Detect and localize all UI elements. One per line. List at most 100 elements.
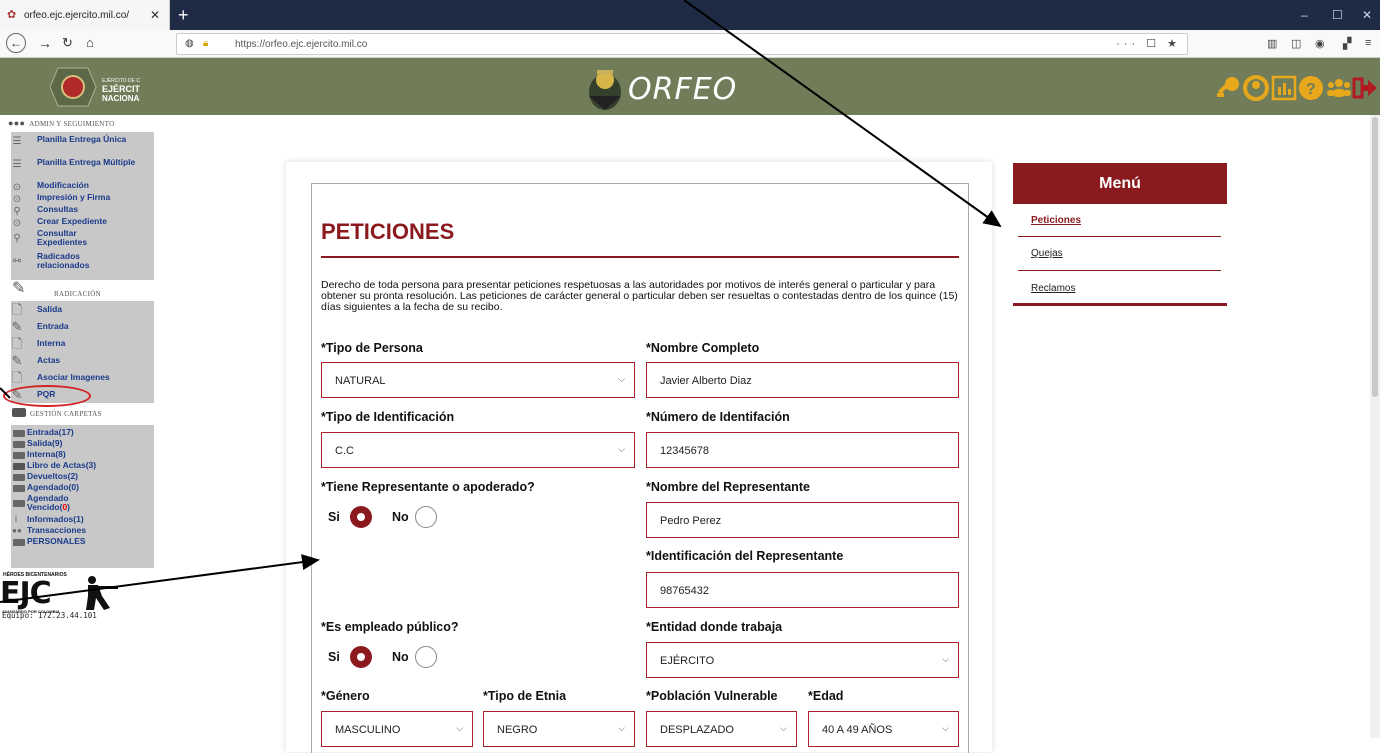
- sidebar-icon[interactable]: ◫: [1291, 37, 1301, 50]
- genero-select[interactable]: MASCULINO ⌵: [321, 711, 473, 747]
- target-icon: ⊙: [12, 218, 22, 229]
- label-tipo-persona: *Tipo de Persona: [321, 341, 423, 355]
- sidebar-section-radicacion: ✎ RADICACIÓN: [12, 278, 152, 298]
- sidebar-item-actas[interactable]: ✎ Actas: [11, 353, 154, 370]
- chevron-down-icon: ⌵: [942, 723, 949, 733]
- sidebar-item-consultar-expedientes[interactable]: ⚲ Consultar Expedientes: [11, 229, 154, 249]
- key-icon[interactable]: [1215, 75, 1241, 101]
- folder-item-personales[interactable]: PERSONALES: [11, 537, 154, 547]
- sidebar-item-crear-expediente[interactable]: ⊙ Crear Expediente: [11, 217, 154, 229]
- folder-item-transacciones[interactable]: ●● Transacciones: [11, 526, 154, 536]
- maximize-icon[interactable]: ☐: [1332, 8, 1343, 22]
- vertical-scrollbar[interactable]: [1370, 115, 1380, 738]
- sidebar-item-radicados-relacionados[interactable]: ⚯ Radicados relacionados: [11, 252, 154, 272]
- hamburger-menu-icon[interactable]: ≡: [1365, 37, 1371, 49]
- new-tab-button[interactable]: +: [178, 5, 189, 26]
- book-icon: [13, 463, 25, 470]
- folder-item-informados[interactable]: i Informados(1): [11, 515, 154, 525]
- identificacion-representante-input[interactable]: 98765432: [646, 572, 959, 608]
- minimize-icon[interactable]: –: [1301, 8, 1308, 22]
- label-empleado-publico: *Es empleado público?: [321, 620, 459, 634]
- chart-icon[interactable]: [1271, 75, 1297, 101]
- sidebar-item-impresion[interactable]: ⊙ Impresión y Firma: [11, 193, 154, 205]
- folder-icon: [13, 441, 25, 448]
- forward-icon[interactable]: →: [38, 35, 52, 51]
- section-title-radicacion: RADICACIÓN: [54, 290, 101, 298]
- empleado-radio-no[interactable]: [415, 646, 437, 668]
- menu-item-quejas[interactable]: Quejas: [1031, 248, 1063, 259]
- chevron-down-icon: ⌵: [942, 654, 949, 664]
- sidebar-item-salida[interactable]: 🗋︎ Salida: [11, 303, 154, 319]
- library-icon[interactable]: ▥: [1267, 37, 1277, 50]
- label-entidad: *Entidad donde trabaja: [646, 620, 783, 634]
- numero-identificacion-input[interactable]: 12345678: [646, 432, 959, 468]
- shield-icon[interactable]: ◍: [185, 38, 194, 49]
- admin-menu-block: ☰ Planilla Entrega Única ☰ Planilla Entr…: [11, 132, 154, 280]
- home-icon[interactable]: ⌂: [86, 35, 94, 50]
- url-bar[interactable]: ◍ 🔒︎ https://orfeo.ejc.ejercito.mil.co ·…: [176, 33, 1188, 55]
- tab-title: orfeo.ejc.ejercito.mil.co/: [24, 10, 130, 21]
- nombre-completo-input[interactable]: Javier Alberto Diaz: [646, 362, 959, 398]
- sidebar-item-interna[interactable]: 🗋︎ Interna: [11, 337, 154, 353]
- representante-radio-si[interactable]: [350, 506, 372, 528]
- menu-divider: [1018, 270, 1221, 271]
- folder-item-libro-actas[interactable]: Libro de Actas(3): [11, 461, 154, 471]
- poblacion-select[interactable]: DESPLAZADO ⌵: [646, 711, 797, 747]
- folder-item-agendado[interactable]: Agendado(0): [11, 483, 154, 493]
- section-title-admin: ADMIN Y SEGUIMIENTO: [29, 120, 115, 128]
- label-etnia: *Tipo de Etnia: [483, 689, 567, 703]
- extension-icon[interactable]: ▞: [1343, 37, 1351, 50]
- folder-icon: [13, 485, 25, 492]
- nombre-representante-input[interactable]: Pedro Perez: [646, 502, 959, 538]
- soldier-icon: [86, 576, 118, 610]
- users-group-icon: ●●●: [8, 118, 26, 128]
- folder-item-interna[interactable]: Interna(8): [11, 450, 154, 460]
- ejercito-logo: EJÉRCITO DE COLOMBIA EJÉRCITO NACIONAL: [50, 67, 140, 107]
- page-actions-icon[interactable]: ··· ☐ ★: [1116, 37, 1181, 50]
- user-icon[interactable]: [1243, 75, 1269, 101]
- sidebar-item-consultas[interactable]: ⚲ Consultas: [11, 205, 154, 217]
- folder-item-salida[interactable]: Salida(9): [11, 439, 154, 449]
- link-icon: ⚯: [12, 256, 22, 267]
- reload-icon[interactable]: ↻: [62, 35, 73, 51]
- empleado-radio-si[interactable]: [350, 646, 372, 668]
- close-window-icon[interactable]: ✕: [1362, 8, 1372, 22]
- radio-label-si: Si: [328, 510, 340, 524]
- sidebar-item-entrada[interactable]: ✎ Entrada: [11, 320, 154, 336]
- equipo-ip: Equipo: 172.23.44.101: [2, 611, 97, 620]
- browser-tab[interactable]: ✿ orfeo.ejc.ejercito.mil.co/ ✕: [0, 0, 170, 30]
- folder-item-devueltos[interactable]: Devueltos(2): [11, 472, 154, 482]
- svg-text:EJÉRCITO DE COLOMBIA: EJÉRCITO DE COLOMBIA: [102, 77, 140, 84]
- list-icon: ☰: [12, 136, 22, 147]
- svg-text:NACIONAL: NACIONAL: [102, 94, 140, 103]
- folder-tray-icon: [12, 408, 26, 417]
- tipo-persona-select[interactable]: NATURAL ⌵: [321, 362, 635, 398]
- menu-item-peticiones[interactable]: Peticiones: [1031, 215, 1081, 226]
- scrollbar-thumb[interactable]: [1372, 117, 1378, 397]
- representante-radio-no[interactable]: [415, 506, 437, 528]
- logout-icon[interactable]: [1352, 75, 1378, 101]
- sidebar-item-planilla-unica[interactable]: ☰ Planilla Entrega Única: [11, 135, 154, 155]
- tipo-identificacion-select[interactable]: C.C ⌵: [321, 432, 635, 468]
- title-divider: [321, 256, 959, 258]
- help-icon[interactable]: ?: [1298, 75, 1324, 101]
- menu-bottom-bar: [1013, 303, 1227, 306]
- users-icon[interactable]: [1326, 75, 1352, 101]
- folder-item-agendado-vencido[interactable]: Agendado Vencido(0): [11, 494, 154, 514]
- lock-icon[interactable]: 🔒︎: [203, 38, 208, 49]
- folder-icon: [13, 539, 25, 546]
- entidad-select[interactable]: EJÉRCITO ⌵: [646, 642, 959, 678]
- back-icon[interactable]: ←: [6, 33, 26, 53]
- edad-select[interactable]: 40 A 49 AÑOS ⌵: [808, 711, 959, 747]
- edit-icon: ✎: [11, 353, 23, 368]
- info-icon: i: [14, 514, 18, 525]
- tab-close-icon[interactable]: ✕: [150, 8, 160, 22]
- image-doc-icon: 🗋︎: [11, 370, 23, 385]
- sidebar-item-planilla-multiple[interactable]: ☰ Planilla Entrega Múltiple: [11, 158, 154, 178]
- etnia-select[interactable]: NEGRO ⌵: [483, 711, 635, 747]
- url-text[interactable]: https://orfeo.ejc.ejercito.mil.co: [235, 39, 367, 50]
- menu-item-reclamos[interactable]: Reclamos: [1031, 283, 1075, 294]
- account-icon[interactable]: ◉: [1315, 37, 1325, 50]
- sidebar-item-modificacion[interactable]: ⊙ Modificación: [11, 181, 154, 193]
- folder-item-entrada[interactable]: Entrada(17): [11, 428, 154, 438]
